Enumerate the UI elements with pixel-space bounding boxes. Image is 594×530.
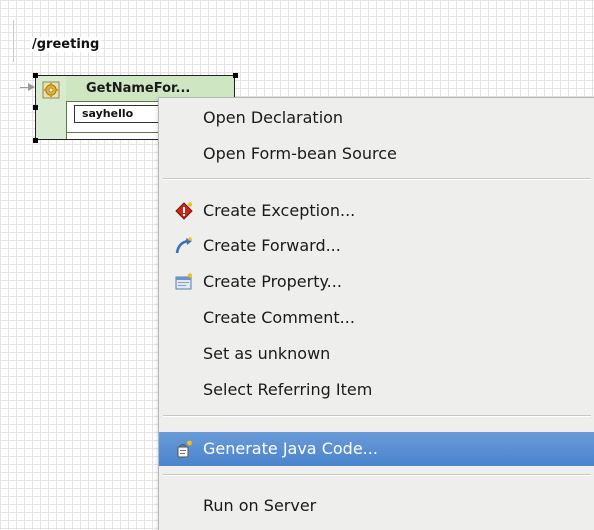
menu-separator (163, 474, 591, 476)
selection-handle-top-left[interactable] (33, 73, 38, 78)
selection-handle-middle-left[interactable] (33, 105, 38, 110)
canvas-divider (13, 20, 14, 62)
arrow-right-icon (28, 83, 35, 91)
menu-separator (163, 178, 591, 180)
menu-item-label: Open Declaration (203, 108, 344, 127)
menu-item-set-as-unknown[interactable]: Set as unknown (159, 337, 594, 371)
menu-item-label: Generate Java Code... (203, 439, 378, 458)
selection-handle-top-right[interactable] (233, 73, 238, 78)
route-label[interactable]: /greeting (30, 37, 102, 52)
menu-item-label: Run on Server (203, 496, 317, 515)
property-icon (175, 273, 193, 290)
menu-item-open-formbean-source[interactable]: Open Form-bean Source (159, 137, 594, 171)
menu-item-label: Open Form-bean Source (203, 144, 397, 163)
menu-item-run-on-server[interactable]: Run on Server (159, 489, 594, 523)
menu-separator (163, 415, 591, 417)
gear-icon (42, 81, 60, 99)
menu-item-generate-java-code[interactable]: Generate Java Code... (159, 432, 594, 466)
menu-item-open-declaration[interactable]: Open Declaration (159, 101, 594, 135)
menu-item-create-exception[interactable]: Create Exception... (159, 194, 594, 228)
menu-item-label: Select Referring Item (203, 380, 373, 399)
menu-item-label: Create Forward... (203, 236, 341, 255)
menu-item-select-referring-item[interactable]: Select Referring Item (159, 373, 594, 407)
forward-icon (175, 237, 192, 254)
context-menu[interactable]: Open Declaration Open Form-bean Source C… (158, 97, 594, 530)
menu-item-create-comment[interactable]: Create Comment... (159, 301, 594, 335)
menu-item-label: Create Exception... (203, 201, 356, 220)
menu-item-label: Create Property... (203, 272, 342, 291)
menu-item-create-property[interactable]: Create Property... (159, 265, 594, 299)
wand-icon (177, 440, 192, 458)
menu-item-create-forward[interactable]: Create Forward... (159, 229, 594, 263)
menu-item-label: Create Comment... (203, 308, 355, 327)
exception-icon (175, 202, 193, 220)
menu-item-label: Set as unknown (203, 344, 331, 363)
node-icon-strip (36, 76, 67, 139)
selection-handle-bottom-left[interactable] (33, 138, 38, 143)
